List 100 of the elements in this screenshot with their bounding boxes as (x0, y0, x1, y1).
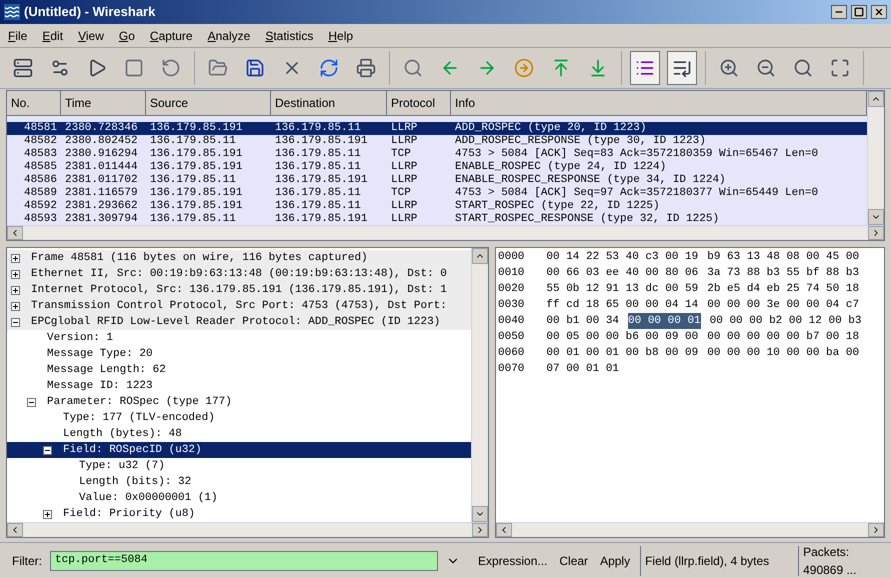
tree-item-text: Length (bits): 32 (79, 474, 192, 490)
tree-row[interactable]: Parameter: ROSpec (type 177) (7, 394, 471, 410)
collapse-icon[interactable] (11, 318, 20, 326)
packet-row[interactable]: 48592 2381.293662 136.179.85.191 136.179.85.11 LLRP START_ROSPEC (type 22, ID 1225) (7, 200, 867, 213)
folder-icon (208, 58, 228, 78)
tree-item-text: Message Type: 20 (47, 346, 153, 362)
scrollbar[interactable] (867, 91, 884, 225)
column-header[interactable]: Info (451, 91, 867, 116)
menu-item[interactable]: Statistics (265, 26, 314, 44)
table-cell-text: TCP (390, 186, 412, 200)
toolbar-link-button[interactable]: Expression... (476, 552, 550, 570)
minimize-button[interactable] (831, 5, 847, 19)
tree-item-text: Type: 177 (TLV-encoded) (63, 410, 215, 426)
tree-row[interactable]: Message Type: 20 (7, 346, 471, 362)
toolbar-link-button[interactable]: Apply (598, 552, 632, 570)
table-cell-text: 2380.916294 (64, 147, 139, 162)
horizontal-scrollbar[interactable] (7, 522, 488, 537)
hex-bytes: 00 14 22 53 40 c3 00 19 (546, 250, 698, 265)
table-cell-text: 48586 (22, 173, 58, 188)
table-cell-text: 136.179.85.11 (274, 121, 362, 136)
menu-item[interactable]: Help (328, 26, 354, 44)
scroll-right-button[interactable] (868, 523, 884, 537)
scroll-right-button[interactable] (472, 523, 488, 537)
scroll-up-button[interactable] (868, 91, 884, 107)
scroll-down-button[interactable] (868, 209, 884, 225)
packet-row[interactable]: 48589 2381.116579 136.179.85.191 136.179.85.11 TCP 4753 > 5084 [ACK] Seq=97 Ack=3572180377 Win=65449 Len=0 (7, 187, 867, 200)
tree-row[interactable]: Frame 48581 (116 bytes on wire, 116 bytes captured) (7, 250, 471, 266)
expand-icon[interactable] (11, 286, 20, 294)
table-cell-text: 48581 (22, 121, 58, 136)
packet-row[interactable]: 48581 2380.728346 136.179.85.191 136.179.85.11 LLRP ADD_ROSPEC (type 20, ID 1223) (7, 122, 867, 135)
expand-icon[interactable] (11, 254, 20, 262)
expand-icon[interactable] (11, 302, 20, 310)
packet-row[interactable]: 48586 2381.011702 136.179.85.11 136.179.85.191 LLRP ENABLE_ROSPEC_RESPONSE (type 34, ID 1224) (7, 174, 867, 187)
table-cell-text: 136.179.85.11 (274, 147, 362, 162)
tree-row[interactable]: Message Length: 62 (7, 362, 471, 378)
tree-item-text: Message ID: 1223 (47, 378, 153, 394)
expand-icon[interactable] (43, 510, 52, 518)
menu-item[interactable]: Analyze (208, 26, 250, 44)
app-logo-icon (4, 4, 20, 20)
menu-item[interactable]: Capture (150, 26, 193, 44)
tree-row[interactable]: Type: u32 (7) (7, 458, 471, 474)
tree-row[interactable]: Version: 1 (7, 330, 471, 346)
search-icon (403, 58, 423, 78)
packet-row[interactable]: 48593 2381.309794 136.179.85.11 136.179.85.191 LLRP START_ROSPEC_RESPONSE (type 32, ID 1225) (7, 213, 867, 226)
settings-icon (50, 58, 70, 78)
filter-field[interactable]: tcp.port==5084 (50, 550, 438, 570)
maximize-icon (854, 7, 864, 17)
filter-label: Filter: (12, 552, 42, 570)
column-header[interactable]: Source (146, 91, 271, 116)
scroll-left-button[interactable] (7, 226, 23, 240)
menu-item[interactable]: Go (118, 26, 135, 44)
tree-row[interactable]: Length (bits): 32 (7, 474, 471, 490)
table-cell-text: 4753 > 5084 [ACK] Seq=97 Ack=3572180377 Win=65449 Len=0 (454, 186, 820, 200)
hex-bytes: 07 00 01 01 (546, 362, 620, 377)
column-header[interactable]: No. (7, 91, 61, 116)
scroll-up-button[interactable] (472, 248, 488, 264)
packet-row[interactable]: 48583 2380.916294 136.179.85.191 136.179.85.11 TCP 4753 > 5084 [ACK] Seq=83 Ack=3572180359 Win=65467 Len=0 (7, 148, 867, 161)
tree-row[interactable]: Field: Priority (u8) (7, 506, 471, 522)
horizontal-scrollbar[interactable] (496, 522, 884, 537)
packet-row[interactable]: 48582 2380.802452 136.179.85.11 136.179.85.191 LLRP ADD_ROSPEC_RESPONSE (type 30, ID 1223) (7, 135, 867, 148)
close-icon (874, 7, 884, 17)
packet-row[interactable]: 48585 2381.011444 136.179.85.191 136.179.85.11 LLRP ENABLE_ROSPEC (type 24, ID 1224) (7, 161, 867, 174)
scroll-down-button[interactable] (472, 506, 488, 522)
save-icon (245, 58, 265, 78)
scroll-right-button[interactable] (868, 226, 884, 240)
toolbar-button[interactable] (630, 51, 660, 85)
column-header[interactable]: Protocol (387, 91, 451, 116)
horizontal-scrollbar[interactable] (7, 225, 884, 240)
zoom-normal-icon (793, 58, 813, 78)
tree-row[interactable]: Field: ROSpecID (u32) (7, 442, 471, 458)
scroll-left-button[interactable] (7, 523, 23, 537)
tree-row[interactable]: Message ID: 1223 (7, 378, 471, 394)
table-cell-text: 48589 (22, 186, 58, 200)
hex-offset: 0010 (498, 266, 524, 281)
table-cell-text: 136.179.85.11 (149, 212, 237, 228)
resize-columns-icon (830, 58, 850, 78)
tree-row[interactable]: Type: 177 (TLV-encoded) (7, 410, 471, 426)
table-cell-text: 48582 (22, 134, 58, 148)
restart-icon (161, 58, 181, 78)
column-header[interactable]: Time (61, 91, 146, 116)
expand-icon[interactable] (11, 270, 20, 278)
scroll-left-button[interactable] (496, 523, 512, 537)
column-header[interactable]: Destination (271, 91, 387, 116)
scrollbar[interactable] (471, 248, 488, 522)
maximize-button[interactable] (851, 5, 867, 19)
tree-row[interactable]: Length (bytes): 48 (7, 426, 471, 442)
tree-item-text: Value: 0x00000001 (1) (79, 490, 218, 506)
hex-bytes: 2b e5 d4 eb 25 74 50 18 (707, 282, 860, 297)
tree-row[interactable]: Value: 0x00000001 (1) (7, 490, 471, 506)
collapse-icon[interactable] (43, 446, 52, 454)
menu-item[interactable]: View (78, 26, 104, 44)
toolbar-link-button[interactable]: Clear (557, 552, 590, 570)
collapse-icon[interactable] (27, 398, 36, 406)
table-cell-text: 2381.116579 (64, 186, 139, 200)
menu-item[interactable]: File (8, 26, 28, 44)
table-cell-text: 136.179.85.191 (149, 121, 244, 136)
toolbar-button[interactable] (667, 51, 697, 85)
hex-bytes: 00 05 00 00 b6 00 09 00 (546, 330, 698, 345)
menu-item[interactable]: Edit (42, 26, 64, 44)
close-button[interactable] (871, 5, 887, 19)
